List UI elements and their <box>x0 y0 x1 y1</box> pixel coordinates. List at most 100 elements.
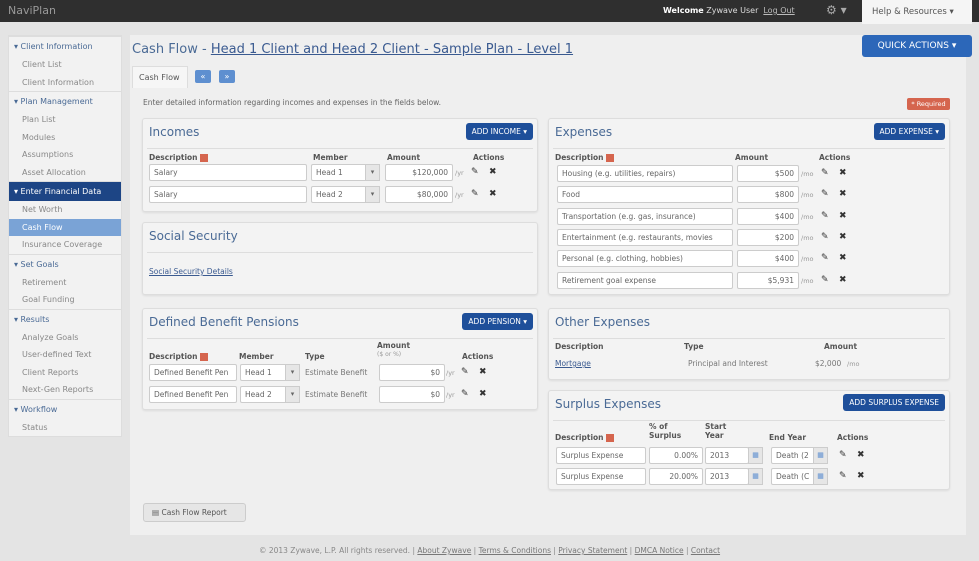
delete-icon[interactable]: ✖ <box>479 389 487 399</box>
add-expense-button[interactable]: ADD EXPENSE ▾ <box>873 123 945 140</box>
add-income-button[interactable]: ADD INCOME ▾ <box>465 123 533 140</box>
delete-icon[interactable]: ✖ <box>839 253 847 263</box>
sidebar-item-plan-list[interactable]: Plan List <box>9 111 121 129</box>
sidebar-item-client-list[interactable]: Client List <box>9 56 121 74</box>
app-logo[interactable]: NaviPlan <box>8 4 56 17</box>
sidebar-item-insurance-coverage[interactable]: Insurance Coverage <box>9 236 121 254</box>
expense-description-input[interactable]: Food <box>557 186 733 204</box>
delete-icon[interactable]: ✖ <box>839 275 847 285</box>
expense-amount-input[interactable]: $800 <box>737 186 799 204</box>
surplus-percent-input[interactable]: 20.00% <box>649 468 703 485</box>
footer-link-contact[interactable]: Contact <box>691 546 720 555</box>
expense-description-input[interactable]: Personal (e.g. clothing, hobbies) <box>557 250 733 268</box>
sidebar-item-workflow[interactable]: ▾ Workflow <box>9 398 121 419</box>
expense-description-input[interactable]: Transportation (e.g. gas, insurance) <box>557 207 733 225</box>
expense-description-input[interactable]: Entertainment (e.g. restaurants, movies <box>557 228 733 246</box>
delete-icon[interactable]: ✖ <box>479 367 487 377</box>
delete-icon[interactable]: ✖ <box>839 232 847 242</box>
sidebar-item-cash-flow[interactable]: Cash Flow <box>9 218 121 236</box>
edit-icon[interactable]: ✎ <box>821 189 829 199</box>
mortgage-link[interactable]: Mortgage <box>555 359 591 368</box>
chevron-down-icon[interactable]: ▾ <box>365 186 380 203</box>
expense-amount-input[interactable]: $400 <box>737 250 799 268</box>
expense-description-input[interactable]: Retirement goal expense <box>557 271 733 289</box>
sidebar-item-retirement[interactable]: Retirement <box>9 274 121 292</box>
edit-icon[interactable]: ✎ <box>471 189 479 199</box>
income-amount-input[interactable]: $120,000 <box>385 164 453 181</box>
tab-cash-flow[interactable]: Cash Flow <box>132 66 188 88</box>
expense-amount-input[interactable]: $500 <box>737 165 799 182</box>
chevron-down-icon[interactable]: ▾ <box>285 386 300 403</box>
edit-icon[interactable]: ✎ <box>461 389 469 399</box>
edit-icon[interactable]: ✎ <box>471 167 479 177</box>
prev-button[interactable]: « <box>195 70 211 83</box>
add-surplus-expense-button[interactable]: ADD SURPLUS EXPENSE <box>843 394 945 411</box>
sidebar-item-user-defined-text[interactable]: User-defined Text <box>9 346 121 364</box>
sidebar-item-results[interactable]: ▾ Results <box>9 308 121 329</box>
gear-icon[interactable]: ⚙ ▾ <box>826 3 847 17</box>
edit-icon[interactable]: ✎ <box>839 450 847 460</box>
footer-link-terms-conditions[interactable]: Terms & Conditions <box>479 546 551 555</box>
sidebar-item-next-gen-reports[interactable]: Next-Gen Reports <box>9 381 121 399</box>
sidebar-item-analyze-goals[interactable]: Analyze Goals <box>9 329 121 347</box>
sidebar-item-status[interactable]: Status <box>9 419 121 437</box>
footer-link-privacy-statement[interactable]: Privacy Statement <box>558 546 627 555</box>
income-member-select[interactable]: Head 2 <box>311 186 367 203</box>
next-button[interactable]: » <box>219 70 235 83</box>
chevron-down-icon[interactable]: ▾ <box>285 364 300 381</box>
sidebar-item-assumptions[interactable]: Assumptions <box>9 146 121 164</box>
surplus-percent-input[interactable]: 0.00% <box>649 447 703 464</box>
sidebar-item-net-worth[interactable]: Net Worth <box>9 201 121 219</box>
cash-flow-report-button[interactable]: ▤ Cash Flow Report <box>143 503 246 522</box>
edit-icon[interactable]: ✎ <box>839 471 847 481</box>
help-resources-menu[interactable]: Help & Resources ▾ <box>862 0 972 24</box>
calendar-icon[interactable]: ▦ <box>813 447 828 464</box>
calendar-icon[interactable]: ▦ <box>748 468 763 485</box>
sidebar-item-modules[interactable]: Modules <box>9 129 121 147</box>
sidebar-item-plan-management[interactable]: ▾ Plan Management <box>9 91 121 111</box>
edit-icon[interactable]: ✎ <box>821 253 829 263</box>
sidebar-item-goal-funding[interactable]: Goal Funding <box>9 291 121 309</box>
edit-icon[interactable]: ✎ <box>821 232 829 242</box>
surplus-description-input[interactable]: Surplus Expense <box>556 447 646 464</box>
logout-link[interactable]: Log Out <box>763 6 794 15</box>
quick-actions-button[interactable]: QUICK ACTIONS ▾ <box>862 35 972 57</box>
edit-icon[interactable]: ✎ <box>821 211 829 221</box>
income-member-select[interactable]: Head 1 <box>311 164 367 181</box>
sidebar-item-set-goals[interactable]: ▾ Set Goals <box>9 253 121 274</box>
expense-amount-input[interactable]: $5,931 <box>737 271 799 289</box>
sidebar-item-enter-financial-data[interactable]: ▾ Enter Financial Data <box>9 181 121 201</box>
delete-icon[interactable]: ✖ <box>839 168 847 178</box>
surplus-start-year-select[interactable]: 2013 <box>705 468 749 485</box>
social-security-details-link[interactable]: Social Security Details <box>149 267 233 276</box>
delete-icon[interactable]: ✖ <box>857 471 865 481</box>
income-amount-input[interactable]: $80,000 <box>385 186 453 203</box>
sidebar-item-client-reports[interactable]: Client Reports <box>9 364 121 382</box>
delete-icon[interactable]: ✖ <box>857 450 865 460</box>
pension-amount-input[interactable]: $0 <box>379 386 445 403</box>
pension-description-input[interactable]: Defined Benefit Pen <box>149 364 237 381</box>
sidebar-item-client-information[interactable]: ▾ Client Information <box>9 36 121 56</box>
pension-description-input[interactable]: Defined Benefit Pen <box>149 386 237 403</box>
expense-description-input[interactable]: Housing (e.g. utilities, repairs) <box>557 165 733 182</box>
surplus-start-year-select[interactable]: 2013 <box>705 447 749 464</box>
delete-icon[interactable]: ✖ <box>489 167 497 177</box>
edit-icon[interactable]: ✎ <box>821 168 829 178</box>
pension-amount-input[interactable]: $0 <box>379 364 445 381</box>
delete-icon[interactable]: ✖ <box>839 211 847 221</box>
pension-member-select[interactable]: Head 1 <box>240 364 288 381</box>
sidebar-item-asset-allocation[interactable]: Asset Allocation <box>9 164 121 182</box>
plan-link[interactable]: Head 1 Client and Head 2 Client - Sample… <box>211 42 573 57</box>
delete-icon[interactable]: ✖ <box>489 189 497 199</box>
add-pension-button[interactable]: ADD PENSION ▾ <box>462 313 533 330</box>
edit-icon[interactable]: ✎ <box>821 275 829 285</box>
income-description-input[interactable]: Salary <box>149 186 307 203</box>
sidebar-item-client-information[interactable]: Client Information <box>9 74 121 92</box>
income-description-input[interactable]: Salary <box>149 164 307 181</box>
expense-amount-input[interactable]: $200 <box>737 228 799 246</box>
expense-amount-input[interactable]: $400 <box>737 207 799 225</box>
chevron-down-icon[interactable]: ▾ <box>365 164 380 181</box>
surplus-end-year-select[interactable]: Death (2 <box>771 447 815 464</box>
delete-icon[interactable]: ✖ <box>839 189 847 199</box>
edit-icon[interactable]: ✎ <box>461 367 469 377</box>
